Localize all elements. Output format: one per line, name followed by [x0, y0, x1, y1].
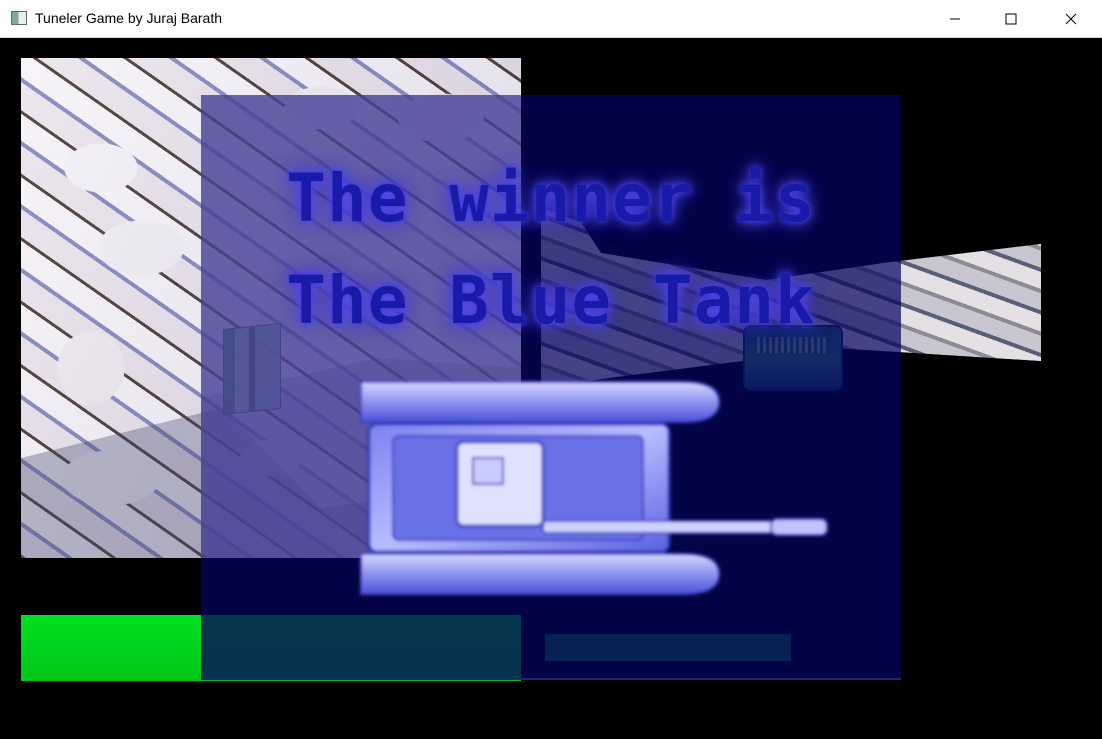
close-button[interactable] — [1048, 0, 1094, 38]
maximize-icon — [1005, 13, 1017, 25]
winner-name: The Blue Tank — [286, 262, 816, 339]
close-icon — [1065, 13, 1077, 25]
maximize-button[interactable] — [988, 0, 1034, 38]
minimize-icon — [950, 18, 960, 20]
blue-tank-emblem — [360, 381, 828, 595]
window-title: Tuneler Game by Juraj Barath — [35, 10, 223, 26]
overlay-bottom-edge — [201, 678, 901, 680]
winner-heading: The winner is — [286, 160, 816, 237]
window-titlebar: Tuneler Game by Juraj Barath — [0, 0, 1102, 38]
app-icon — [11, 11, 27, 25]
energy-bar-overlay-tint — [201, 615, 521, 679]
minimize-button[interactable] — [932, 0, 978, 38]
game-viewport[interactable]: The winner is The Blue Tank — [1, 38, 1101, 738]
